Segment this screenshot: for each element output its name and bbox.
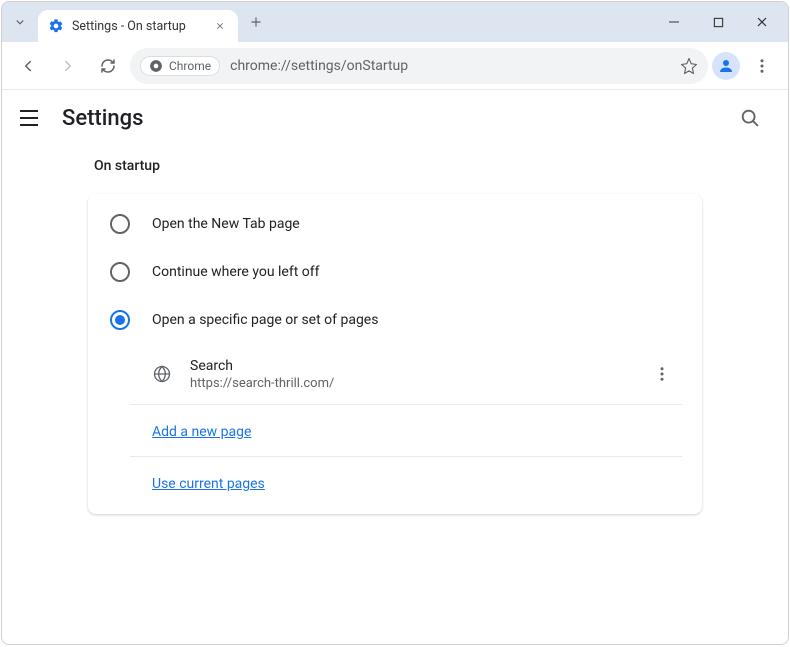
settings-content: On startup Open the New Tab page Continu… xyxy=(2,146,788,644)
profile-button[interactable] xyxy=(712,52,740,80)
reload-icon xyxy=(99,57,117,75)
omnibox[interactable]: Chrome chrome://settings/onStartup xyxy=(130,48,708,84)
radio-option-new-tab[interactable]: Open the New Tab page xyxy=(88,200,702,248)
startup-page-name: Search xyxy=(190,358,334,374)
bookmark-button[interactable] xyxy=(680,57,698,75)
search-settings-button[interactable] xyxy=(730,98,770,138)
on-startup-card: Open the New Tab page Continue where you… xyxy=(88,194,702,514)
startup-page-row: Search https://search-thrill.com/ xyxy=(130,344,682,405)
chip-label: Chrome xyxy=(169,59,211,73)
browser-tab[interactable]: Settings - On startup xyxy=(38,10,238,42)
radio-option-specific-pages[interactable]: Open a specific page or set of pages xyxy=(88,296,702,344)
radio-option-continue[interactable]: Continue where you left off xyxy=(88,248,702,296)
forward-button[interactable] xyxy=(50,48,86,84)
new-tab-button[interactable] xyxy=(242,8,270,36)
tablist-dropdown[interactable] xyxy=(6,8,34,36)
use-current-pages-row: Use current pages xyxy=(130,457,682,508)
omnibox-url: chrome://settings/onStartup xyxy=(230,58,408,74)
radio-icon-selected xyxy=(110,310,130,330)
radio-label: Continue where you left off xyxy=(152,264,320,280)
globe-icon xyxy=(152,364,172,384)
close-icon xyxy=(215,21,225,31)
page-title: Settings xyxy=(62,106,143,131)
reload-button[interactable] xyxy=(90,48,126,84)
chevron-down-icon xyxy=(13,15,27,29)
startup-page-url: https://search-thrill.com/ xyxy=(190,376,334,391)
kebab-icon xyxy=(753,57,771,75)
site-chip[interactable]: Chrome xyxy=(140,56,220,76)
titlebar: Settings - On startup xyxy=(2,2,788,42)
plus-icon xyxy=(249,15,263,29)
radio-label: Open the New Tab page xyxy=(152,216,300,232)
add-new-page-link[interactable]: Add a new page xyxy=(152,424,251,440)
page-more-button[interactable] xyxy=(644,356,680,392)
hamburger-icon xyxy=(20,110,38,112)
settings-header: Settings xyxy=(2,90,788,146)
chrome-icon xyxy=(149,59,163,73)
star-icon xyxy=(680,57,698,75)
section-title: On startup xyxy=(88,158,702,174)
radio-icon xyxy=(110,214,130,234)
menu-button[interactable] xyxy=(20,106,44,130)
gear-icon xyxy=(48,18,64,34)
radio-label: Open a specific page or set of pages xyxy=(152,312,378,328)
use-current-pages-link[interactable]: Use current pages xyxy=(152,476,265,492)
back-button[interactable] xyxy=(10,48,46,84)
maximize-button[interactable] xyxy=(696,6,740,38)
radio-icon xyxy=(110,262,130,282)
arrow-left-icon xyxy=(19,57,37,75)
arrow-right-icon xyxy=(59,57,77,75)
maximize-icon xyxy=(713,17,724,28)
minimize-icon xyxy=(668,16,680,28)
person-icon xyxy=(717,57,735,75)
kebab-icon xyxy=(653,365,671,383)
close-tab-button[interactable] xyxy=(212,18,228,34)
close-window-button[interactable] xyxy=(740,6,784,38)
close-icon xyxy=(756,16,768,28)
browser-menu-button[interactable] xyxy=(744,48,780,84)
add-new-page-row: Add a new page xyxy=(130,405,682,457)
tab-title: Settings - On startup xyxy=(72,19,186,34)
minimize-button[interactable] xyxy=(652,6,696,38)
browser-toolbar: Chrome chrome://settings/onStartup xyxy=(2,42,788,90)
search-icon xyxy=(739,107,761,129)
